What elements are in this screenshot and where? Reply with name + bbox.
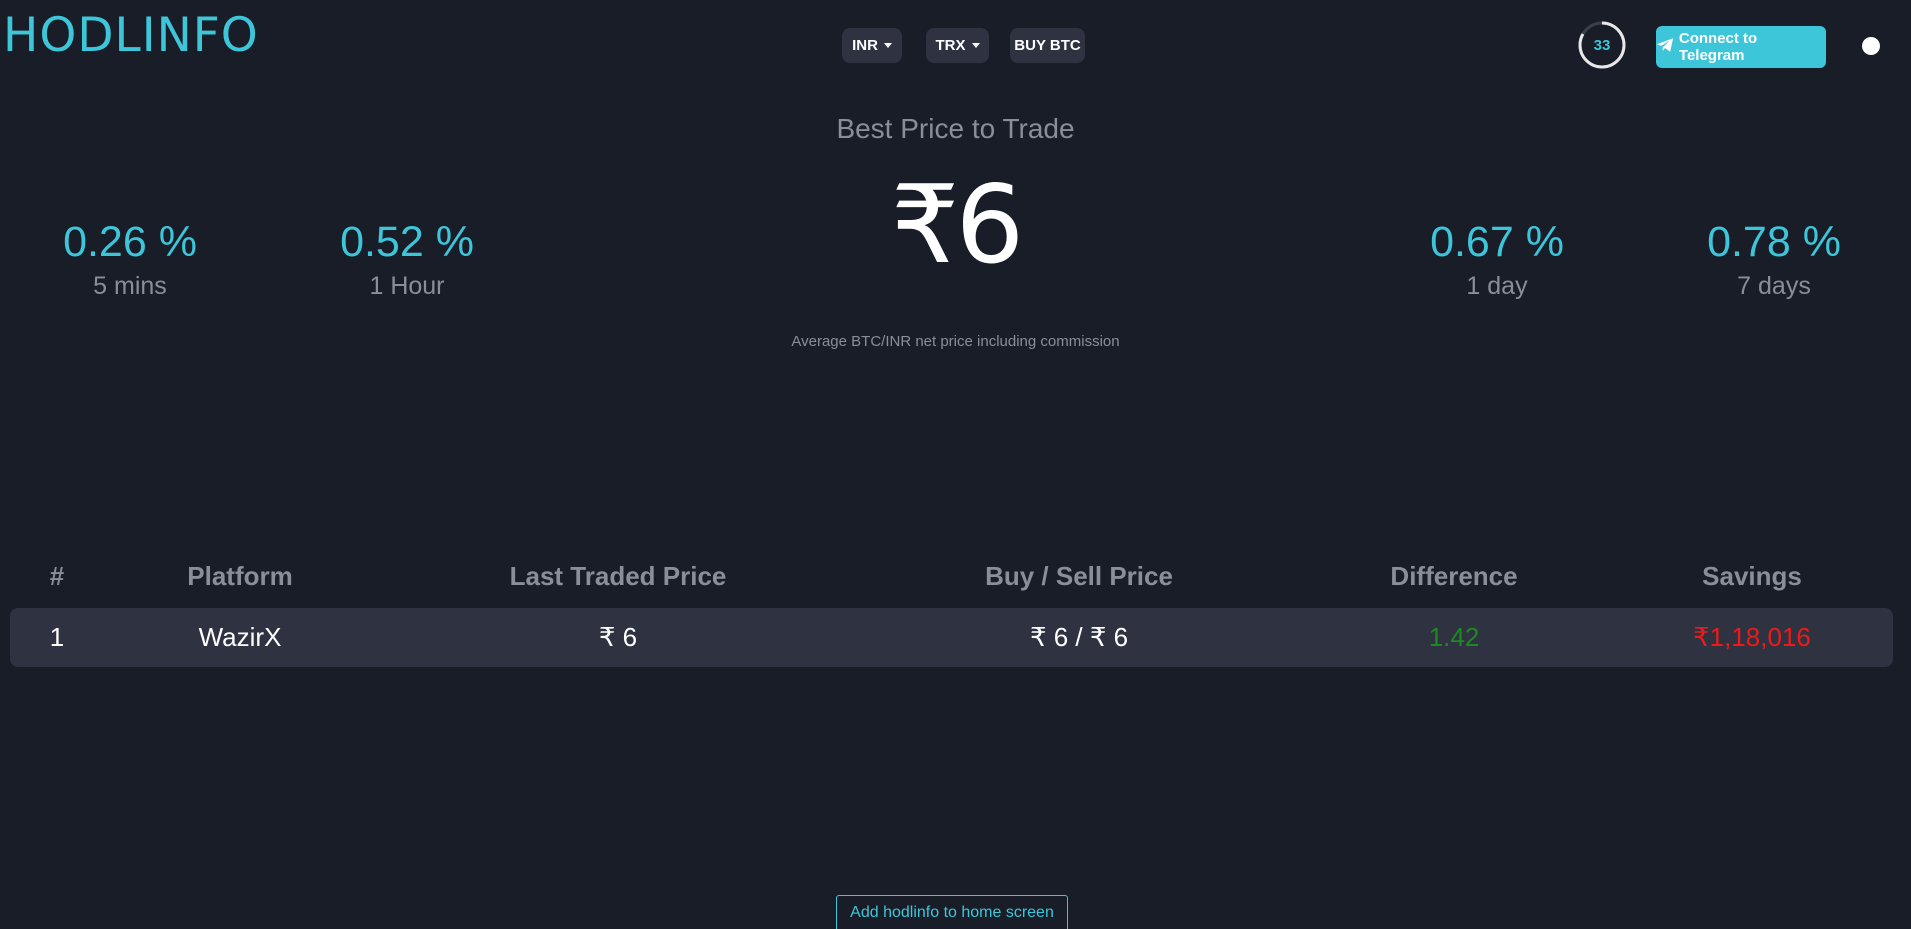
row-savings: ₹1,18,016 [1693, 622, 1811, 652]
chevron-down-icon [883, 43, 892, 48]
coin-dropdown[interactable]: TRX [926, 28, 989, 63]
hero-subtitle: Average BTC/INR net price including comm… [791, 333, 1120, 350]
coin-label: TRX [935, 37, 966, 54]
stat-label: 5 mins [93, 272, 167, 300]
stat-7-days: 0.78 % 7 days [1644, 218, 1904, 301]
stat-1-hour: 0.52 % 1 Hour [277, 218, 537, 301]
column-header-last-traded-price: Last Traded Price [509, 561, 727, 591]
add-to-home-screen-button[interactable]: Add hodlinfo to home screen [836, 895, 1068, 929]
telegram-label: Connect to Telegram [1678, 30, 1758, 64]
column-header-buy-sell-price: Buy / Sell Price [985, 561, 1173, 591]
logo[interactable]: HODLINFO [3, 8, 259, 63]
stat-value: 0.26 % [63, 218, 197, 266]
stat-value: 0.67 % [1430, 218, 1564, 266]
row-platform: WazirX [198, 622, 282, 652]
row-difference: 1.42 [1428, 622, 1480, 652]
connect-telegram-button[interactable]: Connect to Telegram [1656, 26, 1826, 68]
stat-5-mins: 0.26 % 5 mins [0, 218, 260, 301]
currency-label: INR [852, 37, 878, 54]
hero-title: Best Price to Trade [836, 113, 1075, 144]
buy-btc-label: BUY BTC [1014, 37, 1081, 54]
column-header-savings: Savings [1702, 561, 1802, 591]
telegram-icon [1656, 38, 1674, 52]
buy-btc-button[interactable]: BUY BTC [1010, 28, 1085, 63]
row-buy-sell-price: ₹ 6 / ₹ 6 [1029, 622, 1129, 652]
stat-value: 0.52 % [340, 218, 474, 266]
stat-1-day: 0.67 % 1 day [1367, 218, 1627, 301]
stat-label: 1 day [1466, 272, 1528, 300]
chevron-down-icon [971, 43, 980, 48]
row-last-traded-price: ₹ 6 [598, 622, 638, 652]
refresh-timer: 33 [1577, 20, 1627, 70]
currency-dropdown[interactable]: INR [842, 28, 902, 63]
column-header-difference: Difference [1390, 561, 1518, 591]
column-header-platform: Platform [187, 561, 293, 591]
timer-value: 33 [1593, 36, 1611, 54]
stat-label: 7 days [1737, 272, 1811, 300]
stat-value: 0.78 % [1707, 218, 1841, 266]
add-home-label: Add hodlinfo to home screen [850, 904, 1054, 921]
stat-label: 1 Hour [369, 272, 445, 300]
theme-toggle[interactable] [1860, 36, 1900, 56]
page: HODLINFO INR TRX BUY BTC 33 Connect to T… [0, 0, 1911, 929]
toggle-knob [1862, 37, 1880, 55]
